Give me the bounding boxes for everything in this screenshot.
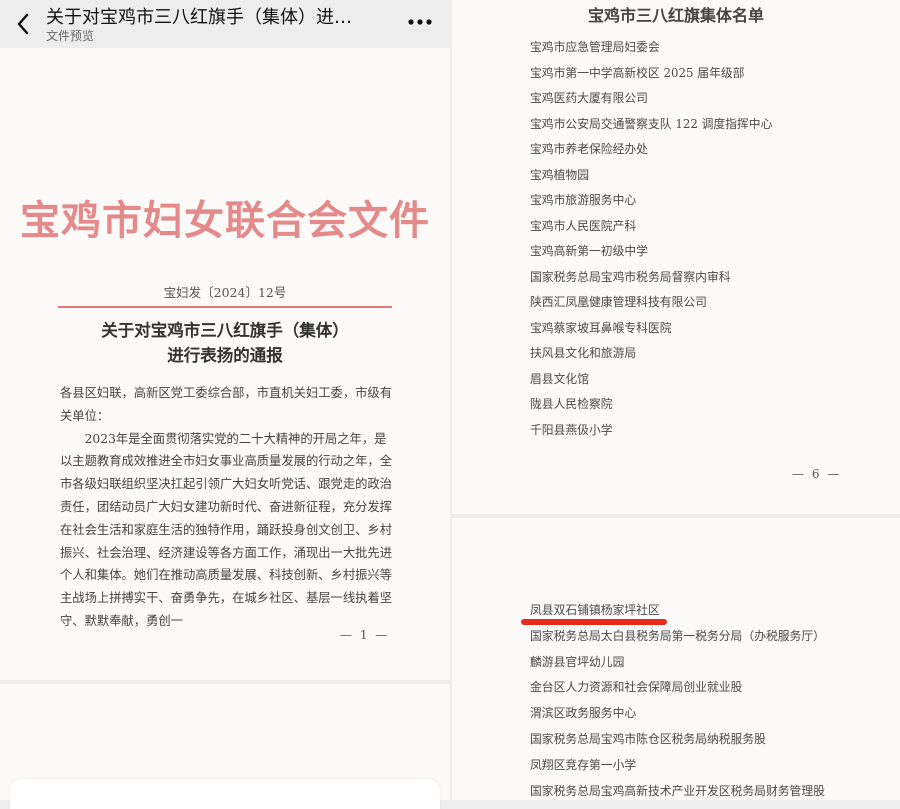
page-title: 关于对宝鸡市三八红旗手（集体）进… (46, 7, 352, 28)
list-item: 宝鸡高新第一初级中学 (530, 244, 648, 258)
body-paragraph: 2023年是全面贯彻落实党的二十大精神的开局之年，是以主题教育成效推进全市妇女事… (60, 431, 393, 628)
list-item: 宝鸡市第一中学高新校区 2025 届年级部 (530, 65, 745, 80)
more-options-button[interactable] (398, 6, 442, 38)
list-item: 宝鸡市人民医院产科 (530, 218, 637, 233)
list-item: 金台区人力资源和社会保障局创业就业股 (530, 680, 743, 695)
list-item: 宝鸡植物园 (530, 167, 589, 182)
page-number: — 1 — (340, 628, 390, 642)
list-item: 宝鸡蔡家坡耳鼻喉专科医院 (530, 320, 672, 335)
chevron-left-icon (17, 13, 29, 35)
list-item: 国家税务总局宝鸡高新技术产业开发区税务局财务管理股 (530, 783, 825, 798)
document-red-header: 宝鸡市妇女联合会文件 (20, 197, 430, 244)
back-button[interactable] (6, 6, 40, 42)
notice-title-line: 关于对宝鸡市三八红旗手（集体） (101, 321, 349, 340)
collective-list-page-continued: 凤县双石铺镇杨家坪社区 国家税务总局太白县税务局第一税务分局（办税服务厅） 麟游… (452, 518, 900, 800)
page-subtitle: 文件预览 (46, 29, 95, 43)
collective-list: 凤县双石铺镇杨家坪社区 国家税务总局太白县税务局第一税务分局（办税服务厅） 麟游… (530, 601, 825, 800)
list-item: 千阳县燕伋小学 (530, 422, 613, 437)
list-item: 国家税务总局太白县税务局第一税务分局（办税服务厅） (530, 628, 825, 643)
page-number: — 6 — (792, 467, 842, 481)
list-item: 陇县人民检察院 (530, 397, 613, 411)
list-item: 凤翔区竞存第一小学 (530, 757, 637, 772)
notice-title: 关于对宝鸡市三八红旗手（集体） 进行表扬的通报 (0, 318, 450, 368)
document-number: 宝妇发〔2024〕12号 (163, 285, 287, 300)
top-bar: 关于对宝鸡市三八红旗手（集体）进… 文件预览 (0, 0, 450, 48)
collective-list-page: 宝鸡市三八红旗集体名单 宝鸡市应急管理局妇委会 宝鸡市第一中学高新校区 2025… (452, 0, 900, 514)
list-item: 扶风县文化和旅游局 (530, 346, 637, 360)
list-item: 宝鸡市公安局交通警察支队 122 调度指挥中心 (530, 116, 773, 131)
list-item: 国家税务总局宝鸡市税务局督察内审科 (530, 269, 731, 284)
document-page-1: 宝鸡市妇女联合会文件 宝妇发〔2024〕12号 关于对宝鸡市三八红旗手（集体） … (0, 48, 450, 680)
list-item: 眉县文化馆 (530, 371, 589, 386)
salutation: 各县区妇联，高新区党工委综合部，市直机关妇工委，市级有关单位： (60, 386, 393, 423)
red-highlight-underline (521, 619, 667, 625)
red-divider (58, 306, 392, 308)
collective-list: 宝鸡市应急管理局妇委会 宝鸡市第一中学高新校区 2025 届年级部 宝鸡医药大厦… (530, 38, 772, 446)
list-item: 麟游县官坪幼儿园 (530, 654, 625, 669)
list-item: 陕西汇凤凰健康管理科技有限公司 (530, 295, 707, 309)
notice-body: 各县区妇联，高新区党工委综合部，市直机关妇工委，市级有关单位： 2023年是全面… (60, 382, 396, 633)
notice-title-line: 进行表扬的通报 (167, 346, 283, 365)
list-item: 宝鸡市应急管理局妇委会 (530, 40, 660, 54)
list-item: 宝鸡医药大厦有限公司 (530, 91, 648, 105)
list-item: 宝鸡市养老保险经办处 (530, 142, 648, 156)
list-item: 宝鸡市旅游服务中心 (530, 193, 637, 207)
more-dots-icon (408, 19, 432, 25)
bottom-card (10, 779, 440, 809)
list-heading: 宝鸡市三八红旗集体名单 (587, 6, 764, 25)
list-item: 渭滨区政务服务中心 (530, 706, 637, 721)
list-item: 国家税务总局宝鸡市陈仓区税务局纳税服务股 (530, 731, 766, 746)
